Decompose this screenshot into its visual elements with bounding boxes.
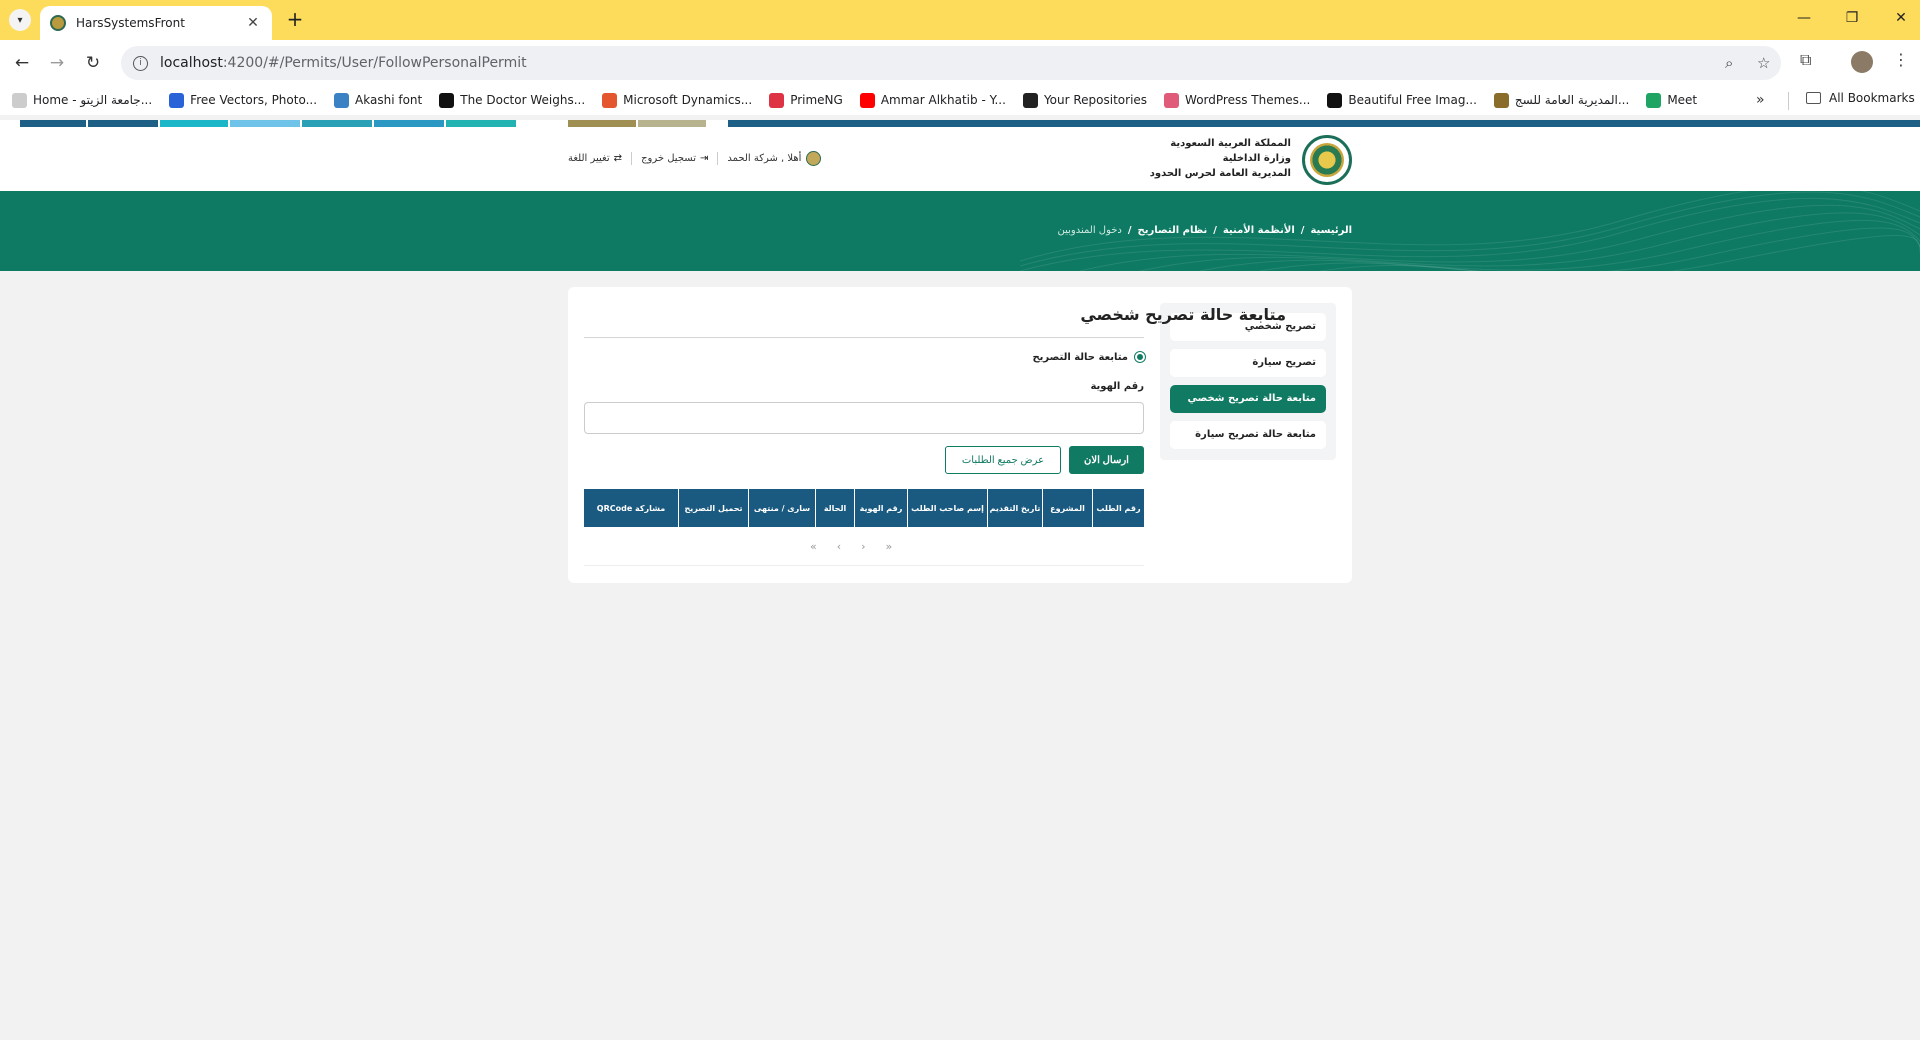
col-status: الحالة	[815, 489, 854, 527]
extensions-icon[interactable]: ⧉	[1800, 50, 1811, 70]
bookmark-item[interactable]: Ammar Alkhatib - Y...	[859, 92, 1006, 108]
site-info-icon[interactable]: i	[133, 55, 148, 71]
bookmark-favicon-icon	[602, 92, 618, 108]
bookmark-item[interactable]: المديرية العامة للسج...	[1493, 92, 1629, 108]
close-window-icon[interactable]: ✕	[1891, 10, 1911, 26]
bookmark-item[interactable]: Beautiful Free Imag...	[1327, 92, 1477, 108]
site-favicon-icon	[50, 15, 66, 31]
new-tab-button[interactable]: +	[283, 8, 307, 32]
bookmark-item[interactable]: PrimeNG	[769, 92, 843, 108]
sidebar-item-vehicle-permit[interactable]: تصريح سيارة	[1170, 349, 1326, 377]
reload-icon[interactable]: ↻	[82, 52, 104, 74]
bookmark-item[interactable]: The Doctor Weighs...	[439, 92, 585, 108]
org-name: المملكة العربية السعودية وزارة الداخلية …	[1149, 138, 1291, 179]
col-submit-date: تاريخ التقديم	[987, 489, 1042, 527]
bookmark-item[interactable]: Your Repositories	[1022, 92, 1147, 108]
prev-page-button[interactable]: ‹	[837, 540, 841, 553]
col-requester-name: إسم صاحب الطلب	[907, 489, 987, 527]
bookmarks-divider	[1788, 92, 1789, 110]
page-title: متابعة حالة تصريح شخصي	[1080, 305, 1286, 324]
last-page-button[interactable]: »	[886, 540, 893, 553]
site-header: المملكة العربية السعودية وزارة الداخلية …	[0, 127, 1920, 191]
user-greeting[interactable]: أهلا , شركة الحمد	[727, 151, 822, 166]
follow-status-radio[interactable]: متابعة حالة التصريح	[1032, 351, 1146, 363]
bookmark-item[interactable]: Microsoft Dynamics...	[602, 92, 752, 108]
pager-divider	[584, 565, 1144, 566]
user-avatar	[806, 151, 822, 166]
sidebar-item-follow-vehicle[interactable]: متابعة حالة تصريح سيارة	[1170, 421, 1326, 449]
color-stripe	[0, 120, 1920, 127]
bookmark-item[interactable]: Akashi font	[334, 92, 422, 108]
bookmark-favicon-icon	[334, 92, 350, 108]
close-tab-icon[interactable]: ✕	[244, 15, 262, 31]
bookmark-favicon-icon	[12, 92, 27, 108]
border-guard-logo	[1302, 135, 1352, 185]
radio-selected-icon[interactable]	[1134, 351, 1146, 363]
col-download-permit: تحميل التصريح	[678, 489, 748, 527]
breadcrumb: الرئيسية / الأنظمة الأمنية / نظام التصاريح…	[1057, 225, 1352, 236]
zoom-icon[interactable]: ⌕	[1725, 54, 1733, 72]
bookmark-favicon-icon	[1646, 92, 1662, 108]
col-validity: سارى / منتهى	[748, 489, 815, 527]
bookmark-favicon-icon	[1022, 92, 1038, 108]
minimize-icon[interactable]: —	[1794, 10, 1814, 26]
page-banner: الرئيسية / الأنظمة الأمنية / نظام التصاريح…	[0, 191, 1920, 271]
menu-kebab-icon[interactable]: ⋮	[1893, 50, 1909, 69]
sidebar-menu: تصريح شخصي تصريح سيارة متابعة حالة تصريح…	[1160, 303, 1336, 460]
logout-link[interactable]: تسجيل خروج ⇥	[641, 153, 708, 164]
tab-search-dropdown[interactable]: ▾	[9, 9, 31, 31]
change-language-link[interactable]: تغيير اللغة ⇄	[568, 153, 622, 164]
col-share-qrcode: مشاركة QRCode	[596, 503, 666, 513]
bookmark-favicon-icon	[1327, 92, 1343, 108]
logout-icon: ⇥	[699, 153, 709, 164]
bookmarks-bar: Home - جامعة الزيتو... Free Vectors, Phot…	[0, 85, 1920, 115]
bookmark-item[interactable]: Free Vectors, Photo...	[169, 92, 317, 108]
requests-table-header: رقم الطلب المشروع تاريخ التقديم إسم صاحب…	[584, 489, 1144, 527]
bookmark-star-icon[interactable]: ☆	[1757, 54, 1770, 72]
browser-tab[interactable]: HarsSystemsFront ✕	[40, 6, 272, 40]
tab-title: HarsSystemsFront	[76, 16, 185, 30]
send-now-button[interactable]: ارسال الان	[1069, 446, 1144, 474]
bookmark-item[interactable]: Home - جامعة الزيتو...	[12, 92, 152, 108]
bookmark-favicon-icon	[169, 92, 185, 108]
breadcrumb-current: دخول المندوبين	[1057, 225, 1122, 236]
all-bookmarks-button[interactable]: All Bookmarks	[1806, 91, 1915, 105]
first-page-button[interactable]: «	[810, 540, 817, 553]
sidebar-item-follow-personal[interactable]: متابعة حالة تصريح شخصي	[1170, 385, 1326, 413]
bookmark-favicon-icon	[769, 92, 785, 108]
breadcrumb-security[interactable]: الأنظمة الأمنية	[1223, 225, 1295, 236]
view-all-requests-button[interactable]: عرض جميع الطلبات	[945, 446, 1061, 474]
folder-icon	[1806, 92, 1821, 104]
profile-avatar[interactable]	[1851, 51, 1873, 73]
id-number-label: رقم الهوية	[1090, 381, 1144, 392]
address-bar[interactable]: i localhost:4200/#/Permits/User/FollowPe…	[121, 46, 1781, 80]
bookmark-item[interactable]: WordPress Themes...	[1164, 92, 1310, 108]
forward-icon[interactable]: →	[46, 52, 68, 74]
bookmark-item[interactable]: Meet	[1646, 92, 1697, 108]
col-id-number: رقم الهوية	[854, 489, 907, 527]
col-request-number: رقم الطلب	[1092, 489, 1144, 527]
language-icon: ⇄	[613, 153, 623, 164]
bookmark-favicon-icon	[439, 92, 455, 108]
bookmark-favicon-icon	[1164, 92, 1180, 108]
breadcrumb-home[interactable]: الرئيسية	[1310, 225, 1352, 236]
id-number-input[interactable]	[584, 402, 1144, 434]
user-links: تغيير اللغة ⇄ تسجيل خروج ⇥ أهلا , شركة الح…	[568, 151, 822, 166]
browser-tabbar: ▾ HarsSystemsFront ✕ + — ❐ ✕	[0, 0, 1920, 40]
chevron-down-icon: ▾	[17, 14, 23, 26]
bookmark-favicon-icon	[1493, 92, 1509, 108]
col-project: المشروع	[1042, 489, 1092, 527]
address-toolbar: ← → ↻ i localhost:4200/#/Permits/User/Fo…	[0, 40, 1920, 85]
title-divider	[584, 337, 1144, 338]
back-icon[interactable]: ←	[11, 52, 33, 74]
more-bookmarks-icon[interactable]: »	[1756, 92, 1765, 108]
next-page-button[interactable]: ›	[861, 540, 865, 553]
pagination: « ‹ › »	[810, 540, 892, 553]
restore-icon[interactable]: ❐	[1842, 10, 1862, 26]
url-text: localhost:4200/#/Permits/User/FollowPers…	[160, 55, 527, 71]
bookmark-favicon-icon	[859, 92, 875, 108]
breadcrumb-permits[interactable]: نظام التصاريح	[1138, 225, 1208, 236]
